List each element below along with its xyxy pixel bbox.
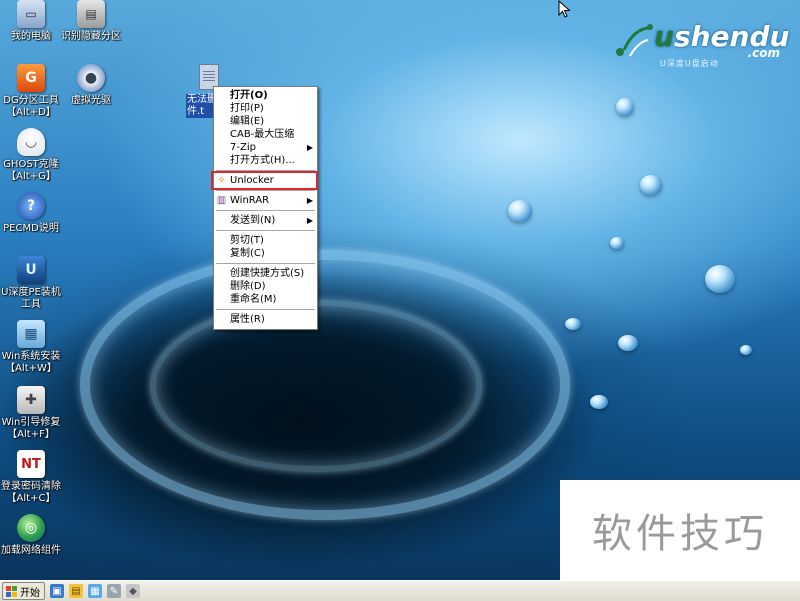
menu-item-print[interactable]: 打印(P) bbox=[214, 102, 317, 115]
water-drop bbox=[508, 200, 532, 222]
menu-item-cut[interactable]: 剪切(T) bbox=[214, 234, 317, 247]
desktop-icon-label: GHOST克隆 【Alt+G】 bbox=[3, 159, 59, 182]
water-drop bbox=[610, 237, 624, 249]
desktop-icon-ghost[interactable]: ◡ GHOST克隆 【Alt+G】 bbox=[0, 128, 66, 183]
desktop-icon-label: Win系统安装 【Alt+W】 bbox=[1, 351, 61, 374]
logo-dotcom: .com bbox=[747, 46, 780, 60]
menu-item-send-to[interactable]: 发送到(N) ▶ bbox=[214, 214, 317, 227]
nt-password-icon: NT bbox=[17, 450, 45, 478]
unlocker-highlight-box bbox=[211, 171, 318, 190]
tools-icon[interactable]: ✎ bbox=[107, 584, 121, 598]
desktop-icon-label: PECMD说明 bbox=[3, 223, 59, 234]
ushendu-logo: ushendu .com U深度U盘启动 bbox=[612, 18, 792, 68]
logo-swirl-icon bbox=[616, 24, 653, 57]
watermark-text: 软件技巧 bbox=[592, 511, 768, 557]
watermark-box: 软件技巧 bbox=[560, 480, 800, 580]
desktop-icon-load-network[interactable]: ◎ 加载网络组件 bbox=[0, 514, 66, 557]
menu-item-rename[interactable]: 重命名(M) bbox=[214, 293, 317, 306]
menu-item-open-with[interactable]: 打开方式(H)... bbox=[214, 154, 317, 167]
desktop-icon-label: U深度PE装机 工具 bbox=[1, 287, 61, 310]
help-question-icon: ? bbox=[17, 192, 45, 220]
start-button[interactable]: 开始 bbox=[2, 582, 45, 600]
menu-item-edit[interactable]: 编辑(E) bbox=[214, 115, 317, 128]
installer-icon: ▦ bbox=[17, 320, 45, 348]
submenu-arrow-icon: ▶ bbox=[306, 216, 313, 225]
menu-item-open[interactable]: 打开(O) bbox=[214, 89, 317, 102]
desktop-icon-recognize-partition[interactable]: ▤ 识别隐藏分区 bbox=[56, 0, 126, 43]
desktop-icon-label: 加载网络组件 bbox=[1, 545, 61, 556]
water-drop bbox=[740, 345, 752, 355]
menu-separator bbox=[216, 190, 315, 191]
menu-separator bbox=[216, 210, 315, 211]
udeep-pe-icon: U bbox=[17, 256, 45, 284]
menu-item-copy[interactable]: 复制(C) bbox=[214, 247, 317, 260]
windows-flag-icon bbox=[6, 585, 17, 597]
desktop-icon-label: Win引导修复 【Alt+F】 bbox=[1, 417, 61, 440]
desktop-icon-udeep-pe-tool[interactable]: U U深度PE装机 工具 bbox=[0, 256, 66, 311]
menu-item-delete[interactable]: 删除(D) bbox=[214, 280, 317, 293]
mouse-cursor-icon bbox=[558, 0, 571, 18]
water-drop bbox=[705, 265, 735, 293]
globe-network-icon: ◎ bbox=[17, 514, 45, 542]
desktop-icon-label: 识别隐藏分区 bbox=[61, 31, 121, 42]
water-drop bbox=[616, 98, 634, 116]
submenu-arrow-icon: ▶ bbox=[306, 196, 313, 205]
menu-item-7zip[interactable]: 7-Zip ▶ bbox=[214, 141, 317, 154]
desktop-icon-pecmd-help[interactable]: ? PECMD说明 bbox=[0, 192, 66, 235]
image-viewer-icon[interactable]: ▦ bbox=[88, 584, 102, 598]
desktop-icon-label: 登录密码清除 【Alt+C】 bbox=[1, 481, 61, 504]
dg-partition-icon: G bbox=[17, 64, 45, 92]
winrar-books-icon: ▥ bbox=[216, 195, 227, 206]
menu-item-cab-compress[interactable]: CAB-最大压缩 bbox=[214, 128, 317, 141]
desktop-icon-label: 虚拟光驱 bbox=[71, 95, 111, 106]
desktop-icon-win-boot-repair[interactable]: ✚ Win引导修复 【Alt+F】 bbox=[0, 386, 66, 441]
desktop-icon-win-installer[interactable]: ▦ Win系统安装 【Alt+W】 bbox=[0, 320, 66, 375]
menu-separator bbox=[216, 263, 315, 264]
eraser-icon[interactable]: ◆ bbox=[126, 584, 140, 598]
menu-separator bbox=[216, 309, 315, 310]
toolbox-icon: ✚ bbox=[17, 386, 45, 414]
menu-item-create-shortcut[interactable]: 创建快捷方式(S) bbox=[214, 267, 317, 280]
show-desktop-icon[interactable]: ▣ bbox=[50, 584, 64, 598]
water-drop bbox=[618, 335, 638, 351]
water-drop bbox=[565, 318, 581, 330]
ghost-icon: ◡ bbox=[17, 128, 45, 156]
logo-tagline: U深度U盘启动 bbox=[660, 59, 719, 68]
explorer-icon[interactable]: ▤ bbox=[69, 584, 83, 598]
cdrom-icon: ● bbox=[77, 64, 105, 92]
menu-separator bbox=[216, 230, 315, 231]
hard-disk-icon: ▤ bbox=[77, 0, 105, 28]
water-drop bbox=[640, 175, 662, 195]
context-menu: 打开(O) 打印(P) 编辑(E) CAB-最大压缩 7-Zip ▶ 打开方式(H… bbox=[213, 86, 318, 330]
desktop-icon-password-clear[interactable]: NT 登录密码清除 【Alt+C】 bbox=[0, 450, 66, 505]
start-label: 开始 bbox=[20, 587, 40, 599]
water-drop bbox=[590, 395, 608, 409]
menu-item-properties[interactable]: 属性(R) bbox=[214, 313, 317, 326]
desktop-icon-virtual-cdrom[interactable]: ● 虚拟光驱 bbox=[56, 64, 126, 107]
taskbar: 开始 ▣ ▤ ▦ ✎ ◆ bbox=[0, 580, 800, 601]
submenu-arrow-icon: ▶ bbox=[306, 143, 313, 152]
menu-item-winrar[interactable]: ▥ WinRAR ▶ bbox=[214, 194, 317, 207]
computer-icon: ▭ bbox=[17, 0, 45, 28]
